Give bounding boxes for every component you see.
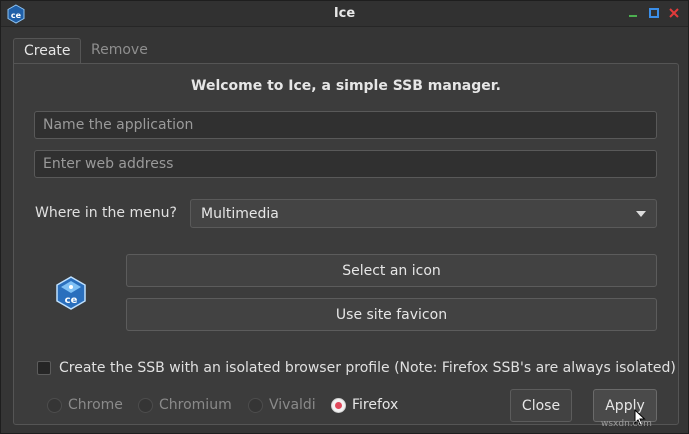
svg-text:ce: ce bbox=[65, 295, 78, 306]
radio-button[interactable] bbox=[47, 397, 62, 413]
create-panel: Welcome to Ice, a simple SSB manager. Wh… bbox=[13, 63, 679, 425]
radio-label: Chrome bbox=[68, 397, 123, 413]
menu-category-select[interactable]: Multimedia bbox=[190, 199, 657, 228]
radio-label: Firefox bbox=[352, 397, 399, 413]
ice-window: ce Ice Create Remove Welcome to Ice, a s… bbox=[0, 0, 689, 434]
tab-remove[interactable]: Remove bbox=[81, 38, 161, 64]
radio-button[interactable] bbox=[248, 397, 263, 413]
maximize-button[interactable] bbox=[646, 5, 662, 21]
menu-category-value: Multimedia bbox=[201, 206, 279, 222]
web-address-input[interactable] bbox=[34, 150, 657, 178]
radio-button-selected[interactable] bbox=[331, 397, 346, 413]
apply-button[interactable]: Apply bbox=[593, 389, 657, 422]
select-icon-button[interactable]: Select an icon bbox=[126, 254, 657, 287]
title-bar[interactable]: ce Ice bbox=[1, 1, 688, 27]
close-icon bbox=[669, 8, 679, 18]
app-name-input[interactable] bbox=[34, 111, 657, 139]
minimize-button[interactable] bbox=[625, 5, 641, 21]
minimize-icon bbox=[629, 15, 637, 17]
browser-radio-vivaldi[interactable]: Vivaldi bbox=[248, 396, 316, 414]
isolated-profile-option[interactable]: Create the SSB with an isolated browser … bbox=[37, 358, 676, 378]
chevron-down-icon bbox=[636, 211, 646, 217]
welcome-heading: Welcome to Ice, a simple SSB manager. bbox=[191, 78, 501, 94]
radio-label: Chromium bbox=[159, 397, 232, 413]
browser-radio-chrome[interactable]: Chrome bbox=[47, 396, 123, 414]
radio-label: Vivaldi bbox=[269, 397, 316, 413]
radio-button[interactable] bbox=[138, 397, 153, 413]
maximize-icon bbox=[649, 8, 659, 18]
close-window-button[interactable] bbox=[666, 5, 682, 21]
menu-category-label: Where in the menu? bbox=[35, 205, 177, 221]
watermark: wsxdn.com bbox=[601, 419, 652, 429]
close-button[interactable]: Close bbox=[510, 389, 572, 422]
browser-radio-chromium[interactable]: Chromium bbox=[138, 396, 232, 414]
tab-create[interactable]: Create bbox=[13, 38, 81, 64]
use-favicon-button[interactable]: Use site favicon bbox=[126, 298, 657, 331]
isolated-profile-checkbox[interactable] bbox=[37, 361, 51, 375]
ice-logo-icon: ce bbox=[56, 276, 86, 310]
isolated-profile-label: Create the SSB with an isolated browser … bbox=[59, 360, 676, 376]
browser-radio-firefox[interactable]: Firefox bbox=[331, 396, 398, 414]
window-title: Ice bbox=[333, 6, 356, 21]
